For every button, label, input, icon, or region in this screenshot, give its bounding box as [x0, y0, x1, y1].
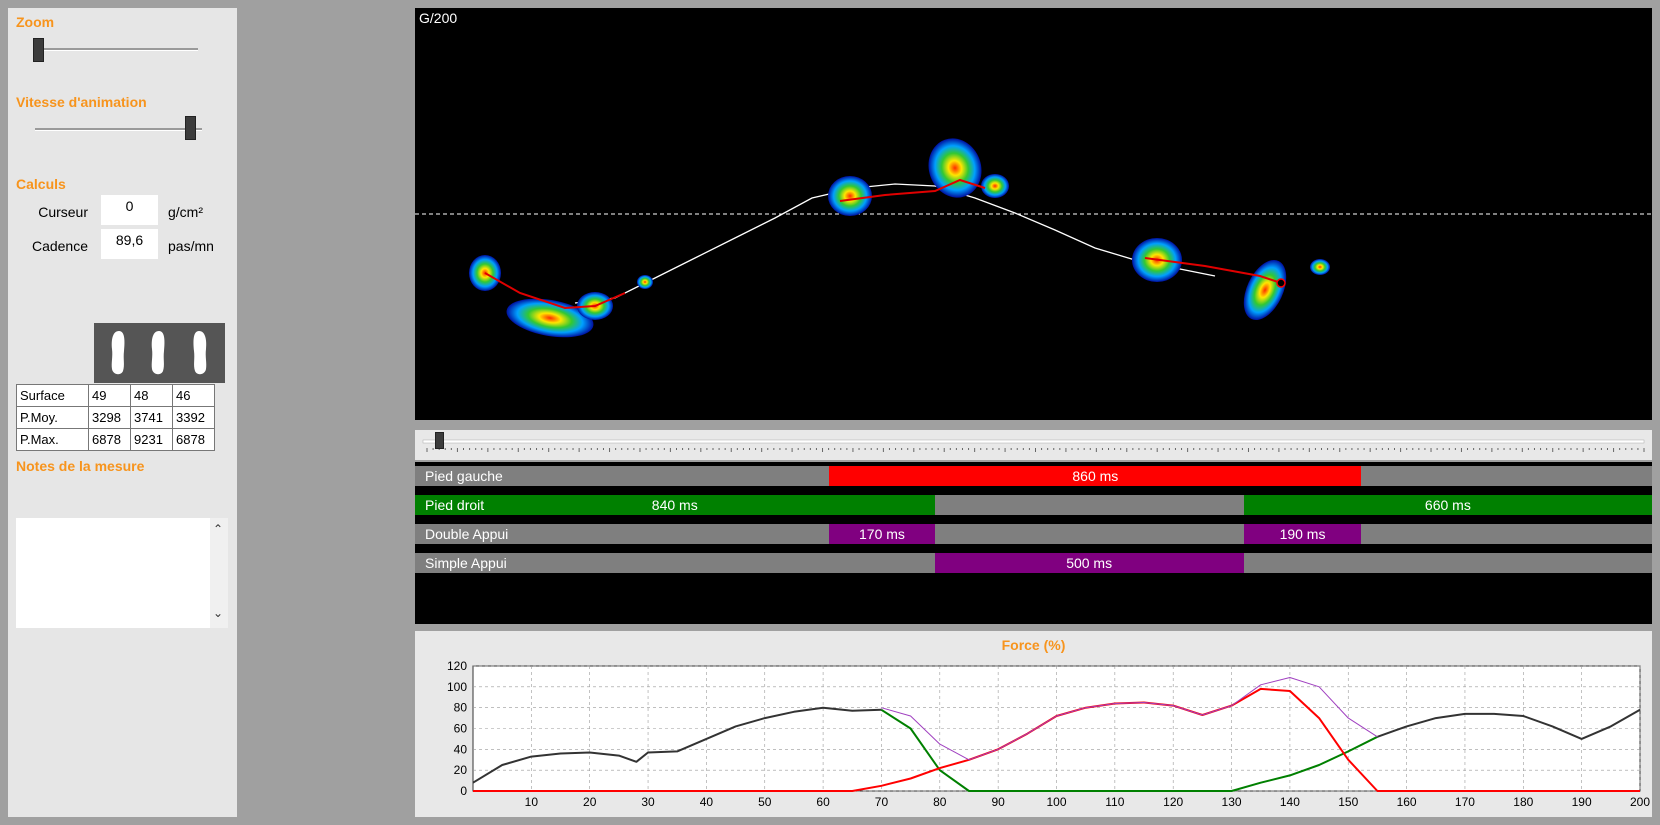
phase-row: 860 ms Pied gauche: [415, 466, 1652, 486]
stat-value: 9231: [130, 428, 173, 451]
x-tick-label: 140: [1280, 795, 1300, 809]
y-tick-label: 120: [447, 659, 467, 673]
x-tick-label: 160: [1397, 795, 1417, 809]
scroll-up-icon[interactable]: ⌃: [213, 522, 223, 536]
x-tick-label: 100: [1046, 795, 1066, 809]
x-tick-label: 180: [1513, 795, 1533, 809]
notes-textarea[interactable]: ⌃ ⌄: [16, 518, 228, 628]
gait-trajectory: [574, 183, 1216, 304]
phase-row: 170 ms 190 ms Double Appui: [415, 524, 1652, 544]
phase-segment: 860 ms: [829, 466, 1362, 486]
pressure-canvas[interactable]: G/200: [415, 8, 1652, 420]
speed-slider-thumb[interactable]: [185, 116, 196, 140]
y-tick-label: 0: [460, 784, 467, 798]
left-panel: Zoom Vitesse d'animation Calculs Curseur…: [8, 8, 237, 817]
footprint-map: [415, 138, 1652, 338]
stat-label: P.Moy.: [16, 406, 89, 429]
x-tick-label: 200: [1630, 795, 1650, 809]
x-tick-label: 190: [1572, 795, 1592, 809]
x-tick-label: 130: [1222, 795, 1242, 809]
phase-segment: 170 ms: [829, 524, 935, 544]
y-tick-label: 80: [454, 701, 468, 715]
x-tick-label: 50: [758, 795, 772, 809]
x-tick-label: 10: [525, 795, 539, 809]
y-tick-label: 40: [454, 742, 468, 756]
stat-value: 3298: [88, 406, 131, 429]
pressure-blob: [828, 176, 872, 216]
phase-row: 840 ms 660 ms Pied droit: [415, 495, 1652, 515]
x-tick-label: 70: [875, 795, 889, 809]
stat-value: 48: [130, 384, 173, 407]
phase-label: Pied gauche: [425, 468, 503, 484]
stat-label: Surface: [16, 384, 89, 407]
speed-slider[interactable]: [35, 128, 202, 131]
phase-segment: 500 ms: [934, 553, 1244, 573]
zoom-slider-thumb[interactable]: [33, 38, 44, 62]
scroll-down-icon[interactable]: ⌄: [213, 606, 223, 620]
y-tick-label: 100: [447, 680, 467, 694]
both-feet-icon: [151, 331, 165, 375]
pressure-blob: [928, 138, 982, 198]
stats-table: Surface 49 48 46 P.Moy. 3298 3741 3392 P…: [16, 384, 215, 451]
phase-segment: 190 ms: [1243, 524, 1362, 544]
stat-label: P.Max.: [16, 428, 89, 451]
stat-value: 6878: [88, 428, 131, 451]
speed-title: Vitesse d'animation: [16, 94, 147, 110]
x-tick-label: 150: [1338, 795, 1358, 809]
right-foot-icon: [193, 331, 207, 375]
phase-row: 500 ms Simple Appui: [415, 553, 1652, 573]
x-tick-label: 90: [991, 795, 1005, 809]
stat-value: 46: [172, 384, 215, 407]
phase-segment: 840 ms: [415, 495, 935, 515]
pressure-blob: [981, 174, 1009, 198]
x-tick-label: 30: [641, 795, 655, 809]
force-chart: 0 20 40 60 80 100 120 10 20 30 40 50 60 70 80 90 100 110 1…: [447, 659, 1650, 809]
phase-label: Double Appui: [425, 526, 509, 542]
pressure-blob: [1243, 260, 1287, 320]
y-tick-label: 60: [454, 722, 468, 736]
force-chart-panel: Force (%) 0 20 40 60 80 100 120 10 20 30 40 50 60 70 8…: [415, 631, 1652, 817]
notes-title: Notes de la mesure: [16, 458, 145, 474]
zoom-slider[interactable]: [33, 48, 198, 51]
cursor-label: Curseur: [38, 204, 88, 220]
stat-value: 3392: [172, 406, 215, 429]
pressure-blob: [1310, 259, 1330, 275]
x-tick-label: 80: [933, 795, 947, 809]
calc-title: Calculs: [16, 176, 66, 192]
cop-marker: [1276, 278, 1286, 288]
timeline-thumb[interactable]: [435, 432, 445, 449]
feet-header: [94, 323, 225, 383]
left-foot-icon: [111, 331, 125, 375]
phase-label: Simple Appui: [425, 555, 507, 571]
table-row: P.Moy. 3298 3741 3392: [16, 406, 215, 429]
cadence-label: Cadence: [31, 238, 88, 254]
phase-label: Pied droit: [425, 497, 485, 513]
zoom-title: Zoom: [16, 14, 55, 30]
notes-scrollbar[interactable]: ⌃ ⌄: [210, 518, 228, 628]
x-tick-label: 110: [1105, 795, 1124, 809]
table-row: Surface 49 48 46: [16, 384, 215, 407]
timeline-track[interactable]: [415, 430, 1652, 460]
x-tick-label: 40: [700, 795, 714, 809]
x-tick-label: 20: [583, 795, 597, 809]
gait-phases-panel: 860 ms Pied gauche 840 ms 660 ms Pied droit 1…: [415, 462, 1652, 624]
x-tick-label: 170: [1455, 795, 1475, 809]
cursor-field[interactable]: 0: [101, 195, 158, 225]
x-tick-label: 120: [1163, 795, 1183, 809]
stat-value: 3741: [130, 406, 173, 429]
timeline-scrubber[interactable]: [415, 430, 1652, 460]
cadence-field[interactable]: 89,6: [101, 229, 158, 259]
y-tick-label: 20: [454, 763, 468, 777]
stat-value: 6878: [172, 428, 215, 451]
phase-segment: 660 ms: [1243, 495, 1652, 515]
cadence-unit: pas/mn: [168, 238, 214, 254]
pressure-blob: [637, 275, 653, 289]
table-row: P.Max. 6878 9231 6878: [16, 428, 215, 451]
cursor-unit: g/cm²: [168, 204, 203, 220]
stat-value: 49: [88, 384, 131, 407]
x-tick-label: 60: [816, 795, 830, 809]
